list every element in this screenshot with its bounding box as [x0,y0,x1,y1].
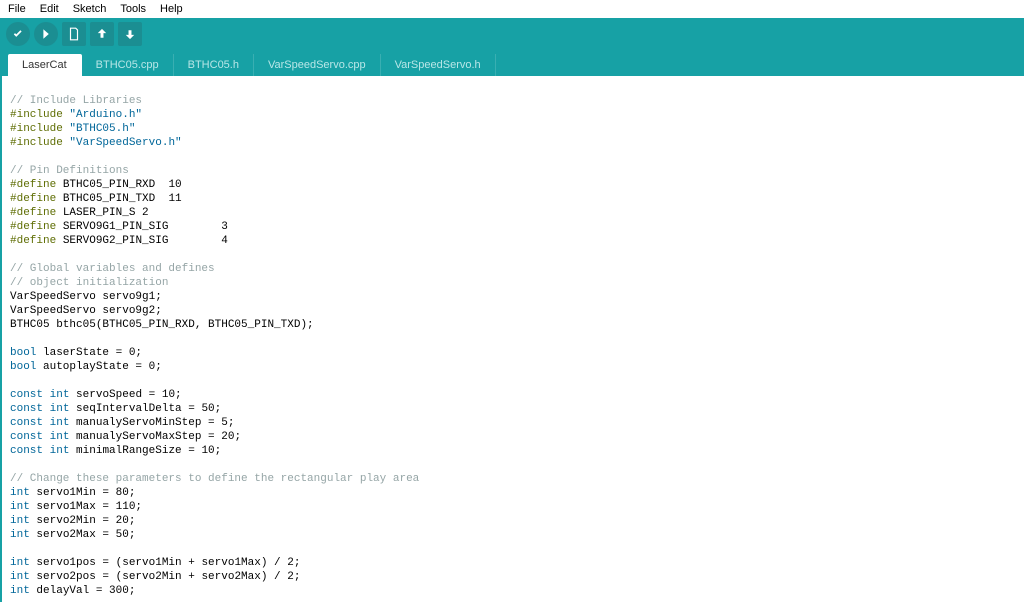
code-line: // Include Libraries [10,95,142,107]
code-text: manualyServoMinStep = 5; [69,417,234,429]
menu-file[interactable]: File [8,3,26,15]
tab-bthc05-h[interactable]: BTHC05.h [174,54,254,76]
tab-lasercat[interactable]: LaserCat [8,54,82,76]
code-text: BTHC05_PIN_RXD 10 [63,179,182,191]
code-line: #define [10,235,56,247]
code-line: // Global variables and defines [10,263,215,275]
tab-bar: LaserCat BTHC05.cpp BTHC05.h VarSpeedSer… [0,50,1024,76]
arrow-right-icon [39,27,53,41]
code-line: const [10,417,43,429]
check-icon [11,27,25,41]
verify-button[interactable] [6,22,30,46]
code-text: minimalRangeSize = 10; [69,445,221,457]
code-text: BTHC05_PIN_TXD 11 [63,193,182,205]
code-editor[interactable]: // Include Libraries #include "Arduino.h… [0,76,1024,602]
code-line: int [10,487,30,499]
code-text: servo1Min = 80; [30,487,136,499]
code-line: bool [10,361,36,373]
code-line: const [10,445,43,457]
new-sketch-button[interactable] [62,22,86,46]
code-text: "VarSpeedServo.h" [69,137,181,149]
code-text: "Arduino.h" [69,109,142,121]
menu-sketch[interactable]: Sketch [73,3,107,15]
code-text: laserState = 0; [36,347,142,359]
tab-bthc05-cpp[interactable]: BTHC05.cpp [82,54,174,76]
code-line: BTHC05 bthc05(BTHC05_PIN_RXD, BTHC05_PIN… [10,319,314,331]
tab-varspeedservo-cpp[interactable]: VarSpeedServo.cpp [254,54,381,76]
code-line: VarSpeedServo servo9g2; [10,305,162,317]
code-line: bool [10,347,36,359]
code-text: SERVO9G2_PIN_SIG 4 [63,235,228,247]
code-line: #define [10,193,56,205]
code-line: int [10,557,30,569]
menu-help[interactable]: Help [160,3,183,15]
code-text: LASER_PIN_S 2 [63,207,149,219]
open-button[interactable] [90,22,114,46]
code-line: #define [10,207,56,219]
code-text: int [50,445,70,457]
code-line: int [10,529,30,541]
menu-bar: File Edit Sketch Tools Help [0,0,1024,18]
code-line: VarSpeedServo servo9g1; [10,291,162,303]
code-text: delayVal = 300; [30,585,136,597]
code-text: int [50,417,70,429]
code-line: // Pin Definitions [10,165,129,177]
code-line: #define [10,221,56,233]
code-line: int [10,515,30,527]
menu-tools[interactable]: Tools [120,3,146,15]
code-text: int [50,431,70,443]
arrow-up-icon [95,27,109,41]
code-text: manualyServoMaxStep = 20; [69,431,241,443]
arrow-down-icon [123,27,137,41]
code-line: #include [10,123,63,135]
code-line: #include [10,109,63,121]
code-text: servoSpeed = 10; [69,389,181,401]
code-text: servo1Max = 110; [30,501,142,513]
menu-edit[interactable]: Edit [40,3,59,15]
code-line: const [10,403,43,415]
save-button[interactable] [118,22,142,46]
code-line: const [10,389,43,401]
code-text: "BTHC05.h" [69,123,135,135]
code-line: int [10,501,30,513]
upload-button[interactable] [34,22,58,46]
code-text: autoplayState = 0; [36,361,161,373]
code-text: SERVO9G1_PIN_SIG 3 [63,221,228,233]
code-line: const [10,431,43,443]
document-icon [67,27,81,41]
toolbar [0,18,1024,50]
code-line: #define [10,179,56,191]
code-line: #include [10,137,63,149]
code-line: int [10,571,30,583]
code-text: servo1pos = (servo1Min + servo1Max) / 2; [30,557,301,569]
code-text: servo2pos = (servo2Min + servo2Max) / 2; [30,571,301,583]
code-text: servo2Max = 50; [30,529,136,541]
code-line: // object initialization [10,277,168,289]
code-text: seqIntervalDelta = 50; [69,403,221,415]
tab-varspeedservo-h[interactable]: VarSpeedServo.h [381,54,496,76]
code-text: servo2Min = 20; [30,515,136,527]
code-text: int [50,403,70,415]
code-text: int [50,389,70,401]
code-line: // Change these parameters to define the… [10,473,419,485]
code-line: int [10,585,30,597]
